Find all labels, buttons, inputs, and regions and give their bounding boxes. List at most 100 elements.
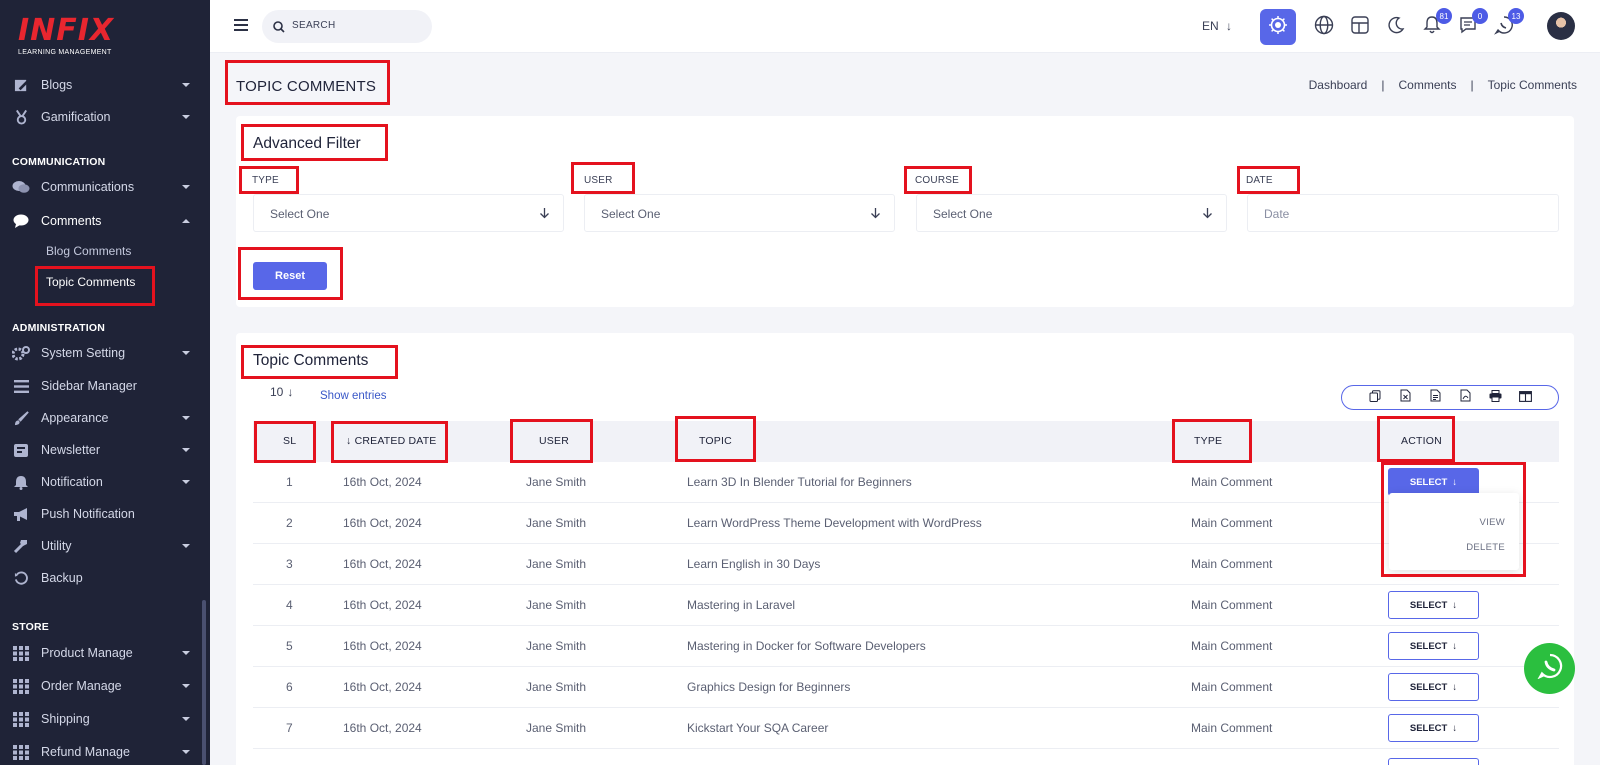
dropdown-item-view[interactable]: VIEW <box>1480 517 1505 528</box>
breadcrumb-dashboard[interactable]: Dashboard <box>1309 78 1368 92</box>
admin-settings-button[interactable] <box>1260 9 1296 45</box>
sidebar-item-newsletter[interactable]: Newsletter <box>0 435 210 465</box>
dropdown-item-delete[interactable]: DELETE <box>1466 542 1505 553</box>
type-select[interactable]: Select One <box>253 194 564 232</box>
sidebar-item-utility[interactable]: Utility <box>0 531 210 561</box>
course-select[interactable]: Select One <box>916 194 1227 232</box>
message-count-badge: 0 <box>1472 8 1488 24</box>
sidebar-item-system-setting[interactable]: System Setting <box>0 338 210 368</box>
cell-sl: 6 <box>286 680 293 694</box>
cell-sl: 3 <box>286 557 293 571</box>
select-action-button[interactable]: SELECT ↓ <box>1388 673 1479 701</box>
cell-topic: Mastering in Docker for Software Develop… <box>687 639 926 653</box>
language-select[interactable]: EN ↓ <box>1202 19 1232 33</box>
table-row: 5 16th Oct, 2024 Jane Smith Mastering in… <box>253 626 1559 667</box>
cell-topic: Learn 3D In Blender Tutorial for Beginne… <box>687 475 912 489</box>
copy-button[interactable] <box>1360 386 1390 409</box>
sidebar-item-backup[interactable]: Backup <box>0 563 210 593</box>
sidebar-item-sidebar-manager[interactable]: Sidebar Manager <box>0 371 210 401</box>
select-action-button[interactable]: SELECT ↓ <box>1388 468 1479 496</box>
logo-subtitle: LEARNING MANAGEMENT <box>18 49 112 56</box>
grid-icon <box>12 644 30 662</box>
arrow-down-icon <box>870 206 881 224</box>
sidebar-item-shipping[interactable]: Shipping <box>0 704 210 734</box>
brush-icon <box>12 409 30 427</box>
comment-icon <box>12 212 30 230</box>
newsletter-icon <box>12 441 30 459</box>
menu-toggle-icon[interactable] <box>234 19 248 31</box>
csv-button[interactable] <box>1420 386 1450 409</box>
grid-icon <box>12 677 30 695</box>
chevron-up-icon <box>182 219 190 223</box>
sidebar-item-push-notification[interactable]: Push Notification <box>0 499 210 529</box>
select-action-button-partial[interactable] <box>1388 758 1479 765</box>
bell-icon <box>12 473 30 491</box>
arrow-down-icon: ↓ <box>1452 640 1458 652</box>
layout-button[interactable] <box>1344 11 1376 43</box>
messages-button[interactable]: 0 <box>1452 8 1488 43</box>
filter-title: Advanced Filter <box>253 135 361 152</box>
sidebar-item-label: Newsletter <box>41 443 101 457</box>
select-action-button[interactable]: SELECT ↓ <box>1388 591 1479 619</box>
whatsapp-button[interactable] <box>1524 643 1575 694</box>
cell-sl: 7 <box>286 721 293 735</box>
action-dropdown-menu: VIEW DELETE <box>1389 493 1519 570</box>
export-button-group <box>1341 385 1559 410</box>
sidebar-item-gamification[interactable]: Gamification <box>0 102 210 132</box>
search-input[interactable]: SEARCH <box>262 10 432 43</box>
cell-user: Jane Smith <box>526 721 587 735</box>
column-header-type[interactable]: TYPE <box>1194 435 1222 447</box>
sidebar-item-product-manage[interactable]: Product Manage <box>0 638 210 668</box>
sidebar-item-refund-manage[interactable]: Refund Manage <box>0 737 210 765</box>
table-row: 6 16th Oct, 2024 Jane Smith Graphics Des… <box>253 667 1559 708</box>
breadcrumb-comments[interactable]: Comments <box>1398 78 1456 92</box>
user-select[interactable]: Select One <box>584 194 895 232</box>
reset-button[interactable]: Reset <box>253 262 327 290</box>
print-button[interactable] <box>1480 386 1510 409</box>
column-header-user[interactable]: USER <box>539 435 569 447</box>
cell-date: 16th Oct, 2024 <box>343 475 422 489</box>
column-header-created-date[interactable]: ↓ CREATED DATE <box>346 435 437 447</box>
notification-count-badge: 81 <box>1436 8 1452 24</box>
select-action-button[interactable]: SELECT ↓ <box>1388 714 1479 742</box>
sidebar-item-notification[interactable]: Notification <box>0 467 210 497</box>
page-size-select[interactable]: 10 ↓ <box>255 385 293 399</box>
select-action-button[interactable]: SELECT ↓ <box>1388 632 1479 660</box>
select-label: SELECT <box>1409 476 1448 488</box>
notifications-button[interactable]: 81 <box>1416 8 1452 43</box>
page-title: TOPIC COMMENTS <box>236 78 377 95</box>
sidebar-item-blogs[interactable]: Blogs <box>0 70 210 100</box>
pdf-button[interactable] <box>1450 386 1480 409</box>
brand-logo[interactable]: INFIX LEARNING MANAGEMENT <box>18 16 114 57</box>
sidebar-item-label: Blogs <box>41 78 73 92</box>
sidebar-scrollbar[interactable] <box>202 600 206 765</box>
chevron-down-icon <box>182 351 190 355</box>
sidebar-item-comments[interactable]: Comments <box>0 206 210 236</box>
chevron-down-icon <box>182 448 190 452</box>
globe-button[interactable] <box>1308 11 1340 43</box>
arrow-down-icon: ↓ <box>1452 722 1458 734</box>
date-input[interactable]: Date <box>1247 194 1559 232</box>
section-communication: COMMUNICATION <box>12 156 106 168</box>
sidebar-subitem-topic-comments[interactable]: Topic Comments <box>46 275 135 289</box>
cell-topic: Mastering in Laravel <box>687 598 796 612</box>
column-header-topic[interactable]: TOPIC <box>699 435 732 447</box>
sidebar-item-appearance[interactable]: Appearance <box>0 403 210 433</box>
column-visibility-button[interactable] <box>1510 386 1540 409</box>
sidebar-subitem-blog-comments[interactable]: Blog Comments <box>46 244 131 258</box>
section-administration: ADMINISTRATION <box>12 322 106 334</box>
sidebar-item-order-manage[interactable]: Order Manage <box>0 671 210 701</box>
excel-button[interactable] <box>1390 386 1420 409</box>
chat-count-badge: 13 <box>1508 8 1524 24</box>
medal-icon <box>12 108 30 126</box>
dark-mode-button[interactable] <box>1380 11 1412 43</box>
show-entries-label: Show entries <box>320 390 387 402</box>
arrow-down-icon: ↓ <box>1452 681 1458 693</box>
column-header-sl[interactable]: SL <box>283 435 296 447</box>
grid-icon <box>12 710 30 728</box>
chat-button[interactable]: 13 <box>1488 8 1524 43</box>
sidebar-item-communications[interactable]: Communications <box>0 172 210 202</box>
cell-date: 16th Oct, 2024 <box>343 680 422 694</box>
user-avatar[interactable] <box>1547 12 1575 40</box>
column-header-action: ACTION <box>1401 435 1442 447</box>
